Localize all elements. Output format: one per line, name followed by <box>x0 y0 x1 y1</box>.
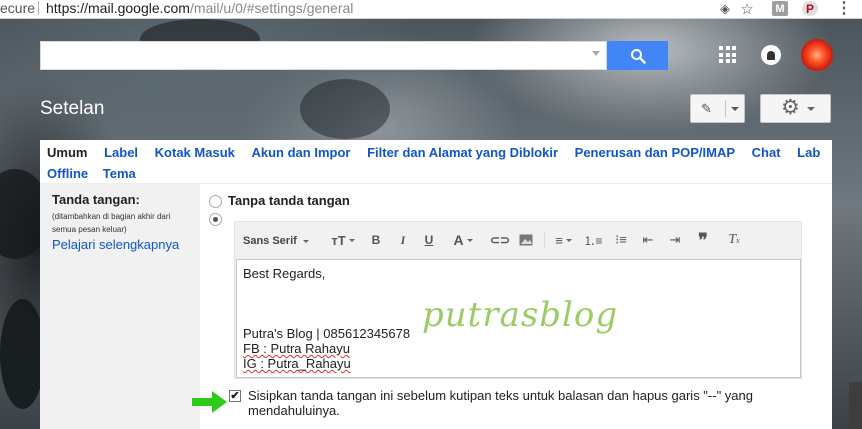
pencil-icon: ✎ <box>701 101 712 116</box>
bulleted-list-icon[interactable]: ⁝≡ <box>613 232 629 248</box>
link-icon[interactable]: ⊂⊃ <box>490 232 510 248</box>
signature-line-4: IG : Putra_Rahayu <box>243 356 351 371</box>
align-icon[interactable]: ≡ <box>544 232 578 248</box>
tab-filter[interactable]: Filter dan Alamat yang Diblokir <box>367 145 558 160</box>
url-host: https://mail.google.com <box>46 0 190 16</box>
formatting-toolbar: Sans Serif ᴛT B I U A ⊂⊃ ≡ ⒈≡ ⁝≡ ⇤ ⇥ ❞ T… <box>235 222 803 258</box>
signature-radio[interactable] <box>209 213 222 226</box>
scrollbar[interactable] <box>849 382 862 429</box>
italic-icon[interactable]: I <box>396 232 410 248</box>
search-input[interactable] <box>40 41 607 70</box>
avatar[interactable] <box>801 39 833 71</box>
tab-tema[interactable]: Tema <box>103 166 136 181</box>
extension-m-icon[interactable]: M <box>772 1 788 16</box>
numbered-list-icon[interactable]: ⒈≡ <box>584 232 603 248</box>
tab-lab[interactable]: Lab <box>797 145 820 160</box>
apps-grid-icon[interactable] <box>719 46 736 63</box>
search-options-icon[interactable] <box>592 51 600 56</box>
chevron-down-icon <box>807 107 815 111</box>
page-title: Setelan <box>40 98 105 119</box>
star-icon[interactable]: ☆ <box>739 1 755 18</box>
gear-icon: ⚙ <box>781 96 800 119</box>
text-color-icon[interactable]: A <box>448 232 478 248</box>
signature-line-1: Best Regards, <box>243 266 326 281</box>
font-family-select[interactable]: Sans Serif <box>243 235 309 247</box>
no-signature-radio[interactable] <box>209 195 222 208</box>
settings-tabs-row-2: Offline Tema <box>47 166 147 184</box>
tab-chat[interactable]: Chat <box>752 145 781 160</box>
insert-before-quote-label: Sisipkan tanda tangan ini sebelum kutipa… <box>248 388 753 418</box>
signature-editor: Sans Serif ᴛT B I U A ⊂⊃ ≡ ⒈≡ ⁝≡ ⇤ ⇥ ❞ T… <box>234 221 802 379</box>
browser-address-bar: ecure https://mail.google.com/mail/u/0/#… <box>0 0 862 19</box>
signature-note: (ditambahkan di bagian akhir dari semua … <box>52 212 171 234</box>
image-icon[interactable] <box>518 232 534 248</box>
notifications-bell-icon[interactable] <box>761 45 781 65</box>
eye-icon[interactable]: ◈ <box>717 1 733 16</box>
insert-before-quote-checkbox[interactable]: ✔ <box>229 390 241 402</box>
tab-label[interactable]: Label <box>104 145 138 160</box>
underline-icon[interactable]: U <box>422 232 436 248</box>
settings-gear-button[interactable]: ⚙ <box>760 94 831 123</box>
browser-menu-icon[interactable]: ⋮ <box>836 1 852 17</box>
signature-body-editor[interactable]: Best Regards, Putra's Blog | 08561234567… <box>236 259 801 378</box>
settings-tabs-row-1: Umum Label Kotak Masuk Akun dan Impor Fi… <box>47 145 833 163</box>
search-icon <box>630 48 646 64</box>
tab-offline[interactable]: Offline <box>47 166 88 181</box>
input-tools-button[interactable]: ✎ <box>690 94 745 123</box>
tab-kotak-masuk[interactable]: Kotak Masuk <box>155 145 235 160</box>
remove-formatting-icon[interactable]: Tx <box>725 232 743 248</box>
settings-panel: Umum Label Kotak Masuk Akun dan Impor Fi… <box>40 140 832 429</box>
text-size-icon[interactable]: ᴛT <box>329 232 357 248</box>
indent-less-icon[interactable]: ⇤ <box>640 232 656 248</box>
divider <box>38 1 39 15</box>
no-signature-label: Tanpa tanda tangan <box>228 193 350 208</box>
font-family-value: Sans Serif <box>243 235 297 247</box>
url-path: /mail/u/0/#settings/general <box>189 0 354 16</box>
watermark: putrasblog <box>422 295 619 335</box>
quote-icon[interactable]: ❞ <box>695 230 711 250</box>
signature-line-2: Putra's Blog | 085612345678 <box>243 326 411 341</box>
chevron-down-icon <box>731 107 739 111</box>
url-field[interactable]: https://mail.google.com/mail/u/0/#settin… <box>46 0 353 16</box>
indent-more-icon[interactable]: ⇥ <box>667 232 683 248</box>
tab-akun-dan-impor[interactable]: Akun dan Impor <box>252 145 351 160</box>
pinterest-icon[interactable]: P <box>802 1 818 16</box>
security-indicator[interactable]: ecure <box>0 0 35 16</box>
green-arrow-icon <box>192 391 227 413</box>
bold-icon[interactable]: B <box>369 232 383 248</box>
tab-umum[interactable]: Umum <box>47 145 87 160</box>
tab-penerusan[interactable]: Penerusan dan POP/IMAP <box>575 145 735 160</box>
search-button[interactable] <box>607 41 668 70</box>
signature-line-3: FB : Putra Rahayu <box>243 341 350 356</box>
signature-heading: Tanda tangan: <box>52 192 140 207</box>
learn-more-link[interactable]: Pelajari selengkapnya <box>52 237 179 252</box>
